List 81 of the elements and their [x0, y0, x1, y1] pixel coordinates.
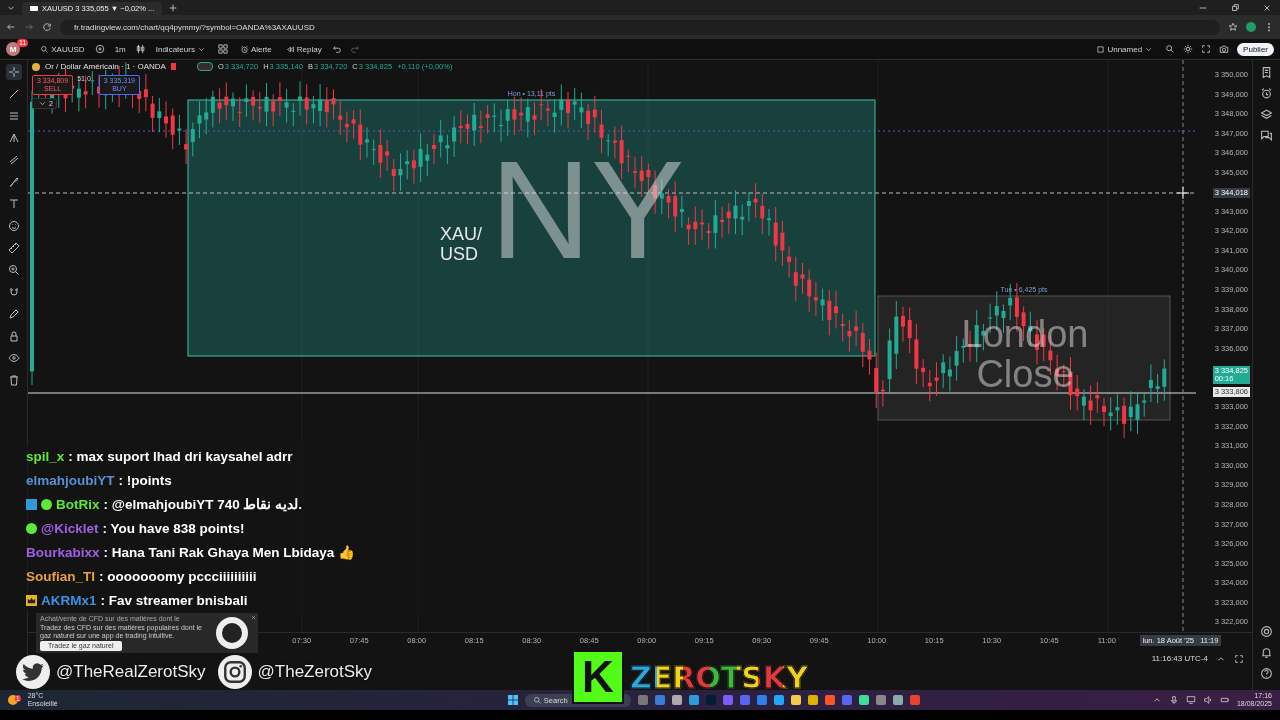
chat-message: : @elmahjoubiYT 740 لديه نقاط. [103, 496, 302, 512]
crosshair-cursor-icon [1177, 187, 1189, 199]
alarm-clock-icon [239, 44, 249, 54]
flag-icon[interactable] [170, 63, 176, 70]
bell-icon[interactable] [1260, 646, 1273, 659]
replay-button[interactable]: Replay [281, 44, 324, 54]
chat-username: BotRix [56, 496, 100, 512]
add-icon[interactable] [94, 44, 105, 54]
taskbar-app-icon[interactable] [824, 695, 835, 705]
taskbar-app-icon[interactable] [892, 695, 903, 705]
alert-button[interactable]: Alerte [235, 44, 274, 54]
grid-icon[interactable] [217, 44, 228, 54]
battery-icon[interactable] [1219, 695, 1230, 705]
chat-message: : You have 838 points! [102, 520, 245, 536]
interval-button[interactable]: 1m [112, 44, 128, 54]
rewind-icon [285, 44, 295, 54]
market-status-icon [196, 62, 213, 71]
watchlist-icon[interactable] [1260, 66, 1273, 79]
settings-icon[interactable] [1183, 44, 1194, 54]
taskbar-app-icon[interactable] [756, 695, 767, 705]
chat-icon[interactable] [1260, 129, 1273, 142]
target-icon[interactable] [1260, 625, 1273, 638]
channel-logo-icon: K [572, 650, 624, 704]
chat-username: elmahjoubiYT [26, 472, 115, 488]
help-icon[interactable] [1260, 667, 1273, 680]
chat-message: : !points [118, 472, 172, 488]
camera-icon[interactable] [1219, 44, 1230, 54]
caret-icon [38, 99, 47, 108]
symbol-watermark: XAU/ USD [440, 224, 483, 264]
undo-icon[interactable] [331, 44, 342, 54]
chart-clock: 11:16:43 UTC-4 [1151, 654, 1208, 663]
search-icon[interactable] [1165, 44, 1176, 54]
new-tab-icon[interactable] [168, 2, 179, 13]
taskbar-app-icon[interactable] [773, 695, 784, 705]
taskbar-app-icon[interactable] [790, 695, 801, 705]
search-icon [40, 44, 50, 54]
camera-icon [217, 655, 252, 689]
sun-icon [8, 695, 18, 705]
chat-message: : max suport lhad dri kaysahel adrr [68, 448, 293, 464]
profile-avatar[interactable] [1246, 22, 1256, 32]
chat-username: Bourkabixx [26, 544, 100, 560]
chat-message: : Fav streamer bnisbali [100, 592, 248, 608]
chat-username: spil_x [26, 448, 65, 464]
layers-icon[interactable] [1260, 108, 1273, 121]
taskbar-app-icon[interactable] [671, 695, 682, 705]
publish-button[interactable]: Publier [1237, 42, 1274, 56]
social-handle: @TheZerotSky [257, 662, 373, 682]
chat-username: AKRMx1 [41, 592, 97, 608]
microphone-icon[interactable] [1168, 695, 1179, 705]
taskbar-app-icon[interactable] [858, 695, 869, 705]
indicators-button[interactable]: Indicateurs [153, 44, 210, 54]
chat-message: : ooooooomy pccciiiiiiiiii [99, 568, 257, 584]
taskbar-app-icon[interactable] [688, 695, 699, 705]
symbol-search-button[interactable]: XAUUSD [36, 44, 87, 54]
taskbar-app-icon[interactable] [807, 695, 818, 705]
symbol-title: Or / Dollar Américain · 1 · OANDA [45, 62, 166, 71]
address-bar[interactable]: fr.tradingview.com/chart/qq4pymmy/?symbol=OANDA%3AXAUUSD [60, 19, 1220, 35]
chat-username: @Kicklet [41, 520, 99, 536]
crosshair-icon[interactable] [5, 64, 22, 80]
ad-logo-icon [216, 617, 248, 649]
star-icon[interactable] [1228, 22, 1238, 32]
taskbar-app-icon[interactable] [875, 695, 886, 705]
back-icon[interactable] [6, 22, 16, 32]
layout-button[interactable]: Unnamed [1092, 44, 1158, 54]
search-icon [532, 695, 542, 705]
chat-username: Soufian_TI [26, 568, 95, 584]
candles-icon[interactable] [135, 44, 146, 54]
fullscreen-icon[interactable] [1234, 654, 1244, 664]
windows-start-icon[interactable] [507, 695, 518, 705]
logo-icon [30, 6, 38, 11]
close-icon[interactable] [1262, 2, 1272, 13]
coin-icon [32, 62, 40, 71]
speaker-icon[interactable] [1202, 695, 1213, 705]
social-handle: @TheRealZerotSky [56, 662, 206, 682]
restore-icon[interactable] [1230, 2, 1240, 13]
chat-message: : Hana Tani Rak Ghaya Men Lbidaya 👍 [103, 544, 356, 560]
fullscreen-icon[interactable] [1201, 44, 1212, 54]
reload-icon[interactable] [42, 22, 52, 32]
alarm-clock-icon[interactable] [1260, 87, 1273, 100]
monitor-icon[interactable] [1185, 695, 1196, 705]
close-icon[interactable] [250, 614, 257, 621]
